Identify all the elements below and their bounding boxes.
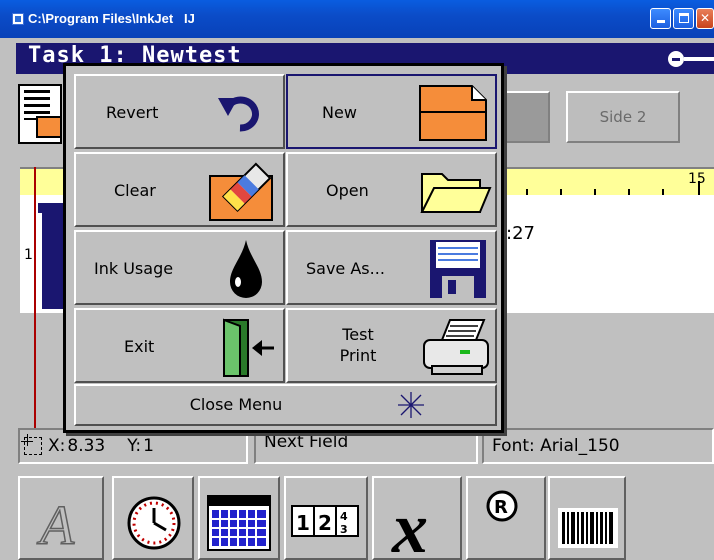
svg-text:4: 4 (340, 510, 348, 523)
tab-side-2-label: Side 2 (599, 108, 647, 126)
svg-text:x: x (391, 488, 428, 560)
printer-icon (423, 319, 489, 375)
y-value: 1 (143, 436, 154, 456)
row-number: 1 (24, 247, 33, 263)
exit-door-icon (223, 318, 274, 377)
close-icon: ✕ (699, 11, 711, 25)
open-label: Open (326, 181, 369, 200)
zoom-out-icon[interactable] (668, 51, 684, 67)
sparkle-icon (398, 392, 424, 418)
clear-button[interactable]: Clear (74, 152, 285, 227)
maximize-icon (678, 13, 689, 23)
font-label: Font: Arial_150 (492, 436, 620, 456)
document-icon[interactable] (18, 84, 62, 144)
text-tool-icon: A (35, 494, 76, 558)
svg-text:1: 1 (296, 511, 310, 535)
shift-code-icon: x (391, 488, 428, 560)
clock-tool-button[interactable] (112, 476, 194, 560)
ruler-label: 15 (688, 171, 706, 187)
counter-tool-button[interactable]: 1 2 4 3 (284, 476, 368, 560)
ink-usage-button[interactable]: Ink Usage (74, 230, 285, 305)
floppy-disk-icon (430, 240, 486, 298)
svg-text:A: A (36, 495, 75, 557)
revert-button[interactable]: Revert (74, 74, 285, 149)
eraser-icon (209, 162, 273, 221)
test-print-button[interactable]: Test Print (286, 308, 497, 383)
close-menu-label: Close Menu (189, 395, 283, 414)
font-readout[interactable]: Font: Arial_150 (482, 428, 714, 464)
svg-text:3: 3 (340, 523, 348, 536)
text-field-marker (42, 209, 64, 309)
barcode-icon (558, 508, 618, 548)
counter-icon: 1 2 4 3 (291, 505, 359, 537)
file-menu-popup: Revert New Clear Open Ink Usage Save As.… (63, 63, 504, 433)
new-document-icon (419, 85, 487, 141)
undo-arrow-icon (218, 96, 259, 132)
x-label: X: (48, 436, 66, 456)
svg-text:R: R (494, 497, 508, 518)
new-button[interactable]: New (286, 74, 497, 149)
calendar-tool-button[interactable] (198, 476, 280, 560)
window-title: C:\Program Files\InkJet IJ (28, 11, 195, 26)
tab-side-1[interactable] (500, 91, 550, 143)
app-icon (12, 13, 24, 25)
registered-tool-button[interactable]: R (466, 476, 546, 560)
coordinate-icon (21, 434, 42, 455)
clear-label: Clear (114, 181, 156, 200)
field-text[interactable]: :27 (506, 223, 535, 244)
folder-icon (420, 173, 492, 213)
registered-icon: R (486, 490, 518, 522)
ink-drop-icon (230, 240, 262, 298)
minimize-icon (656, 20, 665, 23)
test-print-label: Test Print (339, 325, 377, 365)
minimize-button[interactable] (650, 8, 671, 29)
open-button[interactable]: Open (286, 152, 497, 227)
ink-usage-label: Ink Usage (94, 259, 174, 278)
calendar-icon (207, 495, 271, 551)
title-bar: C:\Program Files\InkJet IJ ✕ (0, 0, 714, 38)
next-field-label: Next Field (264, 432, 349, 452)
revert-label: Revert (106, 103, 159, 122)
barcode-tool-button[interactable] (548, 476, 626, 560)
coordinate-readout: X: 8.33 Y: 1 (18, 428, 248, 464)
save-as-button[interactable]: Save As... (286, 230, 497, 305)
tab-side-2[interactable]: Side 2 (566, 91, 680, 143)
shift-code-tool-button[interactable]: x (372, 476, 462, 560)
maximize-button[interactable] (673, 8, 694, 29)
clock-icon (127, 496, 181, 550)
svg-text:2: 2 (318, 511, 332, 535)
close-menu-button[interactable]: Close Menu (74, 384, 497, 426)
exit-label: Exit (124, 337, 155, 356)
x-value: 8.33 (67, 436, 106, 456)
save-as-label: Save As... (306, 259, 385, 278)
close-button[interactable]: ✕ (696, 8, 714, 29)
new-label: New (322, 103, 357, 122)
next-field-button[interactable]: Next Field (254, 428, 478, 464)
y-label: Y: (127, 436, 142, 456)
zoom-slider[interactable] (684, 57, 714, 61)
text-tool-button[interactable]: A (18, 476, 104, 560)
exit-button[interactable]: Exit (74, 308, 285, 383)
